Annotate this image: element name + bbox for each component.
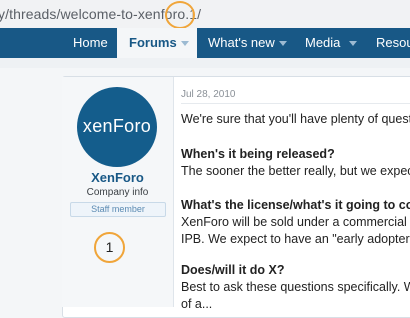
post-line: IPB. We expect to have an "early adopter… [181,232,410,246]
post-header-divider [181,103,410,104]
post-line: Best to ask these questions specifically… [181,280,410,294]
post-line: of a... [181,297,213,311]
post-line: We're sure that you'll have plenty of qu… [181,112,410,126]
annotation-number: 1 [105,239,114,255]
post-line: XenForo will be sold under a commercial … [181,215,410,229]
staff-badge: Staff member [70,202,166,217]
post-line: The sooner the better really, but we exp… [181,164,410,178]
nav-whats-new[interactable]: What's new [208,28,275,58]
main-nav: Home Forums What's new Media Resour [0,28,410,58]
sub-nav-bar [0,58,410,68]
media-chevron-down-icon[interactable] [349,41,357,46]
user-title: Company info [86,187,149,198]
nav-media[interactable]: Media [305,28,340,58]
avatar-logo-text: xenForo [82,116,152,136]
post-heading: When's it being released? [181,147,335,161]
whats-new-chevron-down-icon[interactable] [279,41,287,46]
annotation-circle-url [165,1,195,29]
forums-chevron-down-icon[interactable] [181,41,189,46]
post-date[interactable]: Jul 28, 2010 [181,89,236,100]
post-heading: Does/will it do X? [181,263,285,277]
browser-address-bar[interactable]: y/threads/welcome-to-xenforo.1/ [0,0,410,30]
post-heading: What's the license/what's it going to co… [181,198,410,212]
nav-resources[interactable]: Resour [376,28,410,58]
username-link[interactable]: XenForo [62,170,173,185]
nav-home[interactable]: Home [73,28,108,58]
